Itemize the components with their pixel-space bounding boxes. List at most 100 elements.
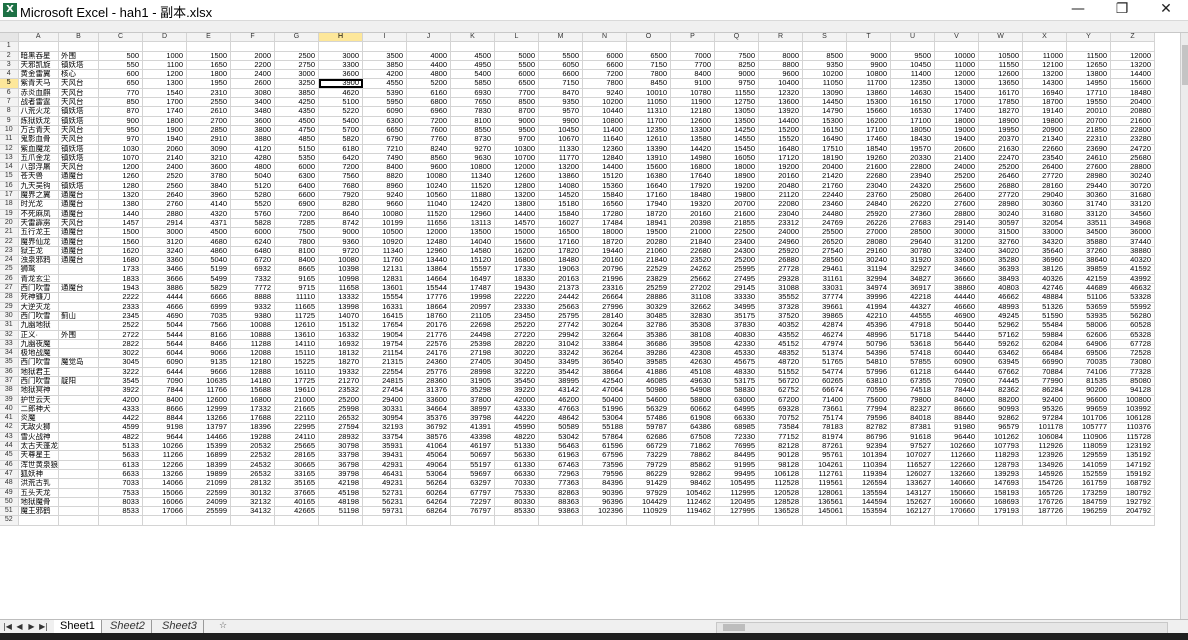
cell[interactable]: 6400 xyxy=(274,181,319,192)
cell[interactable]: 2610 xyxy=(186,106,231,117)
cell[interactable]: 77994 xyxy=(846,404,891,415)
cell[interactable]: 72330 xyxy=(714,432,759,443)
cell[interactable]: 8844 xyxy=(142,413,187,424)
cell[interactable]: 9630 xyxy=(450,153,495,164)
cell[interactable]: 18480 xyxy=(1110,88,1155,99)
column-header[interactable]: S xyxy=(802,33,847,43)
cell[interactable]: 35280 xyxy=(978,255,1023,266)
cell[interactable]: 6160 xyxy=(406,88,451,99)
cell[interactable]: 48993 xyxy=(978,302,1023,312)
cell[interactable]: 九幽地狱 xyxy=(18,320,59,331)
cell[interactable]: 11400 xyxy=(582,125,627,136)
cell[interactable] xyxy=(58,488,99,498)
cell[interactable]: 8888 xyxy=(230,292,275,303)
cell[interactable]: 镇妖塔 xyxy=(58,106,99,117)
cell[interactable]: 12088 xyxy=(230,348,275,359)
cell[interactable]: 3090 xyxy=(186,144,231,154)
cell[interactable]: 9500 xyxy=(890,51,935,61)
cell[interactable] xyxy=(318,41,363,52)
cell[interactable]: 45330 xyxy=(714,348,759,359)
cell[interactable]: 15000 xyxy=(494,227,539,238)
cell[interactable]: 33798 xyxy=(318,450,363,461)
row-header[interactable]: 42 xyxy=(0,422,19,433)
cell[interactable]: 118059 xyxy=(1066,441,1111,452)
cell[interactable]: 27600 xyxy=(1066,162,1111,173)
row-header[interactable]: 45 xyxy=(0,450,19,461)
column-header[interactable]: A xyxy=(18,33,59,43)
cell[interactable]: 浊泉邪鸦 xyxy=(18,255,59,266)
cell[interactable]: 120528 xyxy=(758,488,803,498)
cell[interactable]: 52731 xyxy=(362,488,407,498)
cell[interactable]: 21776 xyxy=(406,330,451,340)
cell[interactable]: 63462 xyxy=(978,348,1023,359)
cell[interactable]: 21000 xyxy=(670,227,715,238)
cell[interactable]: 33754 xyxy=(362,432,407,443)
horizontal-scroll-thumb[interactable] xyxy=(723,624,745,631)
cell[interactable]: 5000 xyxy=(494,51,539,61)
cell[interactable]: 48996 xyxy=(846,330,891,340)
cell[interactable]: 6000 xyxy=(274,162,319,173)
cell[interactable]: 51996 xyxy=(582,404,627,415)
cell[interactable]: 60528 xyxy=(1110,320,1155,331)
cell[interactable]: 7200 xyxy=(318,162,363,173)
cell[interactable]: 66729 xyxy=(626,441,671,452)
cell[interactable]: 22554 xyxy=(362,367,407,378)
row-header[interactable]: 25 xyxy=(0,264,19,275)
cell[interactable]: 25220 xyxy=(494,320,539,331)
cell[interactable]: 14110 xyxy=(274,339,319,350)
cell[interactable]: 20796 xyxy=(582,264,627,275)
cell[interactable]: 96600 xyxy=(1066,395,1111,405)
cell[interactable]: 165726 xyxy=(1022,488,1067,498)
cell[interactable]: 101178 xyxy=(1022,422,1067,433)
cell[interactable]: 7830 xyxy=(450,106,495,117)
cell[interactable] xyxy=(274,515,319,526)
cell[interactable]: 27720 xyxy=(978,190,1023,201)
cell[interactable]: 7600 xyxy=(406,125,451,136)
cell[interactable] xyxy=(58,339,99,350)
cell[interactable]: 30331 xyxy=(362,404,407,415)
cell[interactable]: 19260 xyxy=(846,153,891,164)
cell[interactable]: 46085 xyxy=(626,376,671,387)
cell[interactable]: 51330 xyxy=(494,441,539,452)
cell[interactable]: 73080 xyxy=(1110,357,1155,368)
cell[interactable]: 地狱魔骨 xyxy=(18,497,59,508)
cell[interactable]: 10920 xyxy=(362,237,407,247)
cell[interactable]: 16050 xyxy=(714,153,759,164)
cell[interactable]: 500 xyxy=(98,51,143,61)
cell[interactable]: 50589 xyxy=(538,422,583,433)
cell[interactable]: 18190 xyxy=(802,153,847,164)
cell[interactable]: 24532 xyxy=(230,460,275,470)
cell[interactable]: 15600 xyxy=(1110,78,1155,89)
cell[interactable]: 45108 xyxy=(670,367,715,378)
cell[interactable]: 13580 xyxy=(670,134,715,145)
cell[interactable]: 27405 xyxy=(450,357,495,368)
cell[interactable]: 94128 xyxy=(1110,385,1155,396)
cell[interactable]: 八部浮屠 xyxy=(18,162,59,173)
cell[interactable]: 42746 xyxy=(1022,283,1067,294)
cell[interactable]: 91429 xyxy=(626,478,671,489)
cell[interactable]: 3210 xyxy=(186,153,231,164)
cell[interactable]: 70596 xyxy=(846,385,891,396)
cell[interactable]: 42198 xyxy=(318,478,363,489)
cell[interactable]: 41064 xyxy=(406,441,451,452)
cell[interactable]: 5400 xyxy=(318,116,363,126)
cell[interactable]: 97929 xyxy=(626,488,671,498)
cell[interactable] xyxy=(494,515,539,526)
cell[interactable]: 11110 xyxy=(274,292,319,303)
cell[interactable]: 23690 xyxy=(1066,144,1111,154)
cell[interactable] xyxy=(58,469,99,480)
cell[interactable]: 78440 xyxy=(934,385,979,396)
cell[interactable]: 36792 xyxy=(406,422,451,433)
cell[interactable]: 九天吴钩 xyxy=(18,181,59,192)
cell[interactable]: 21340 xyxy=(1022,134,1067,145)
cell[interactable]: 86796 xyxy=(846,432,891,443)
cell[interactable]: 14180 xyxy=(230,376,275,387)
cell[interactable]: 31088 xyxy=(758,283,803,294)
cell[interactable]: 25662 xyxy=(670,274,715,285)
cell[interactable]: 4140 xyxy=(186,199,231,210)
cell[interactable]: 21840 xyxy=(670,237,715,247)
cell[interactable]: 25200 xyxy=(978,162,1023,173)
cell[interactable]: 10500 xyxy=(362,227,407,238)
cell[interactable]: 30360 xyxy=(1066,190,1111,201)
cell[interactable]: 70035 xyxy=(1066,357,1111,368)
